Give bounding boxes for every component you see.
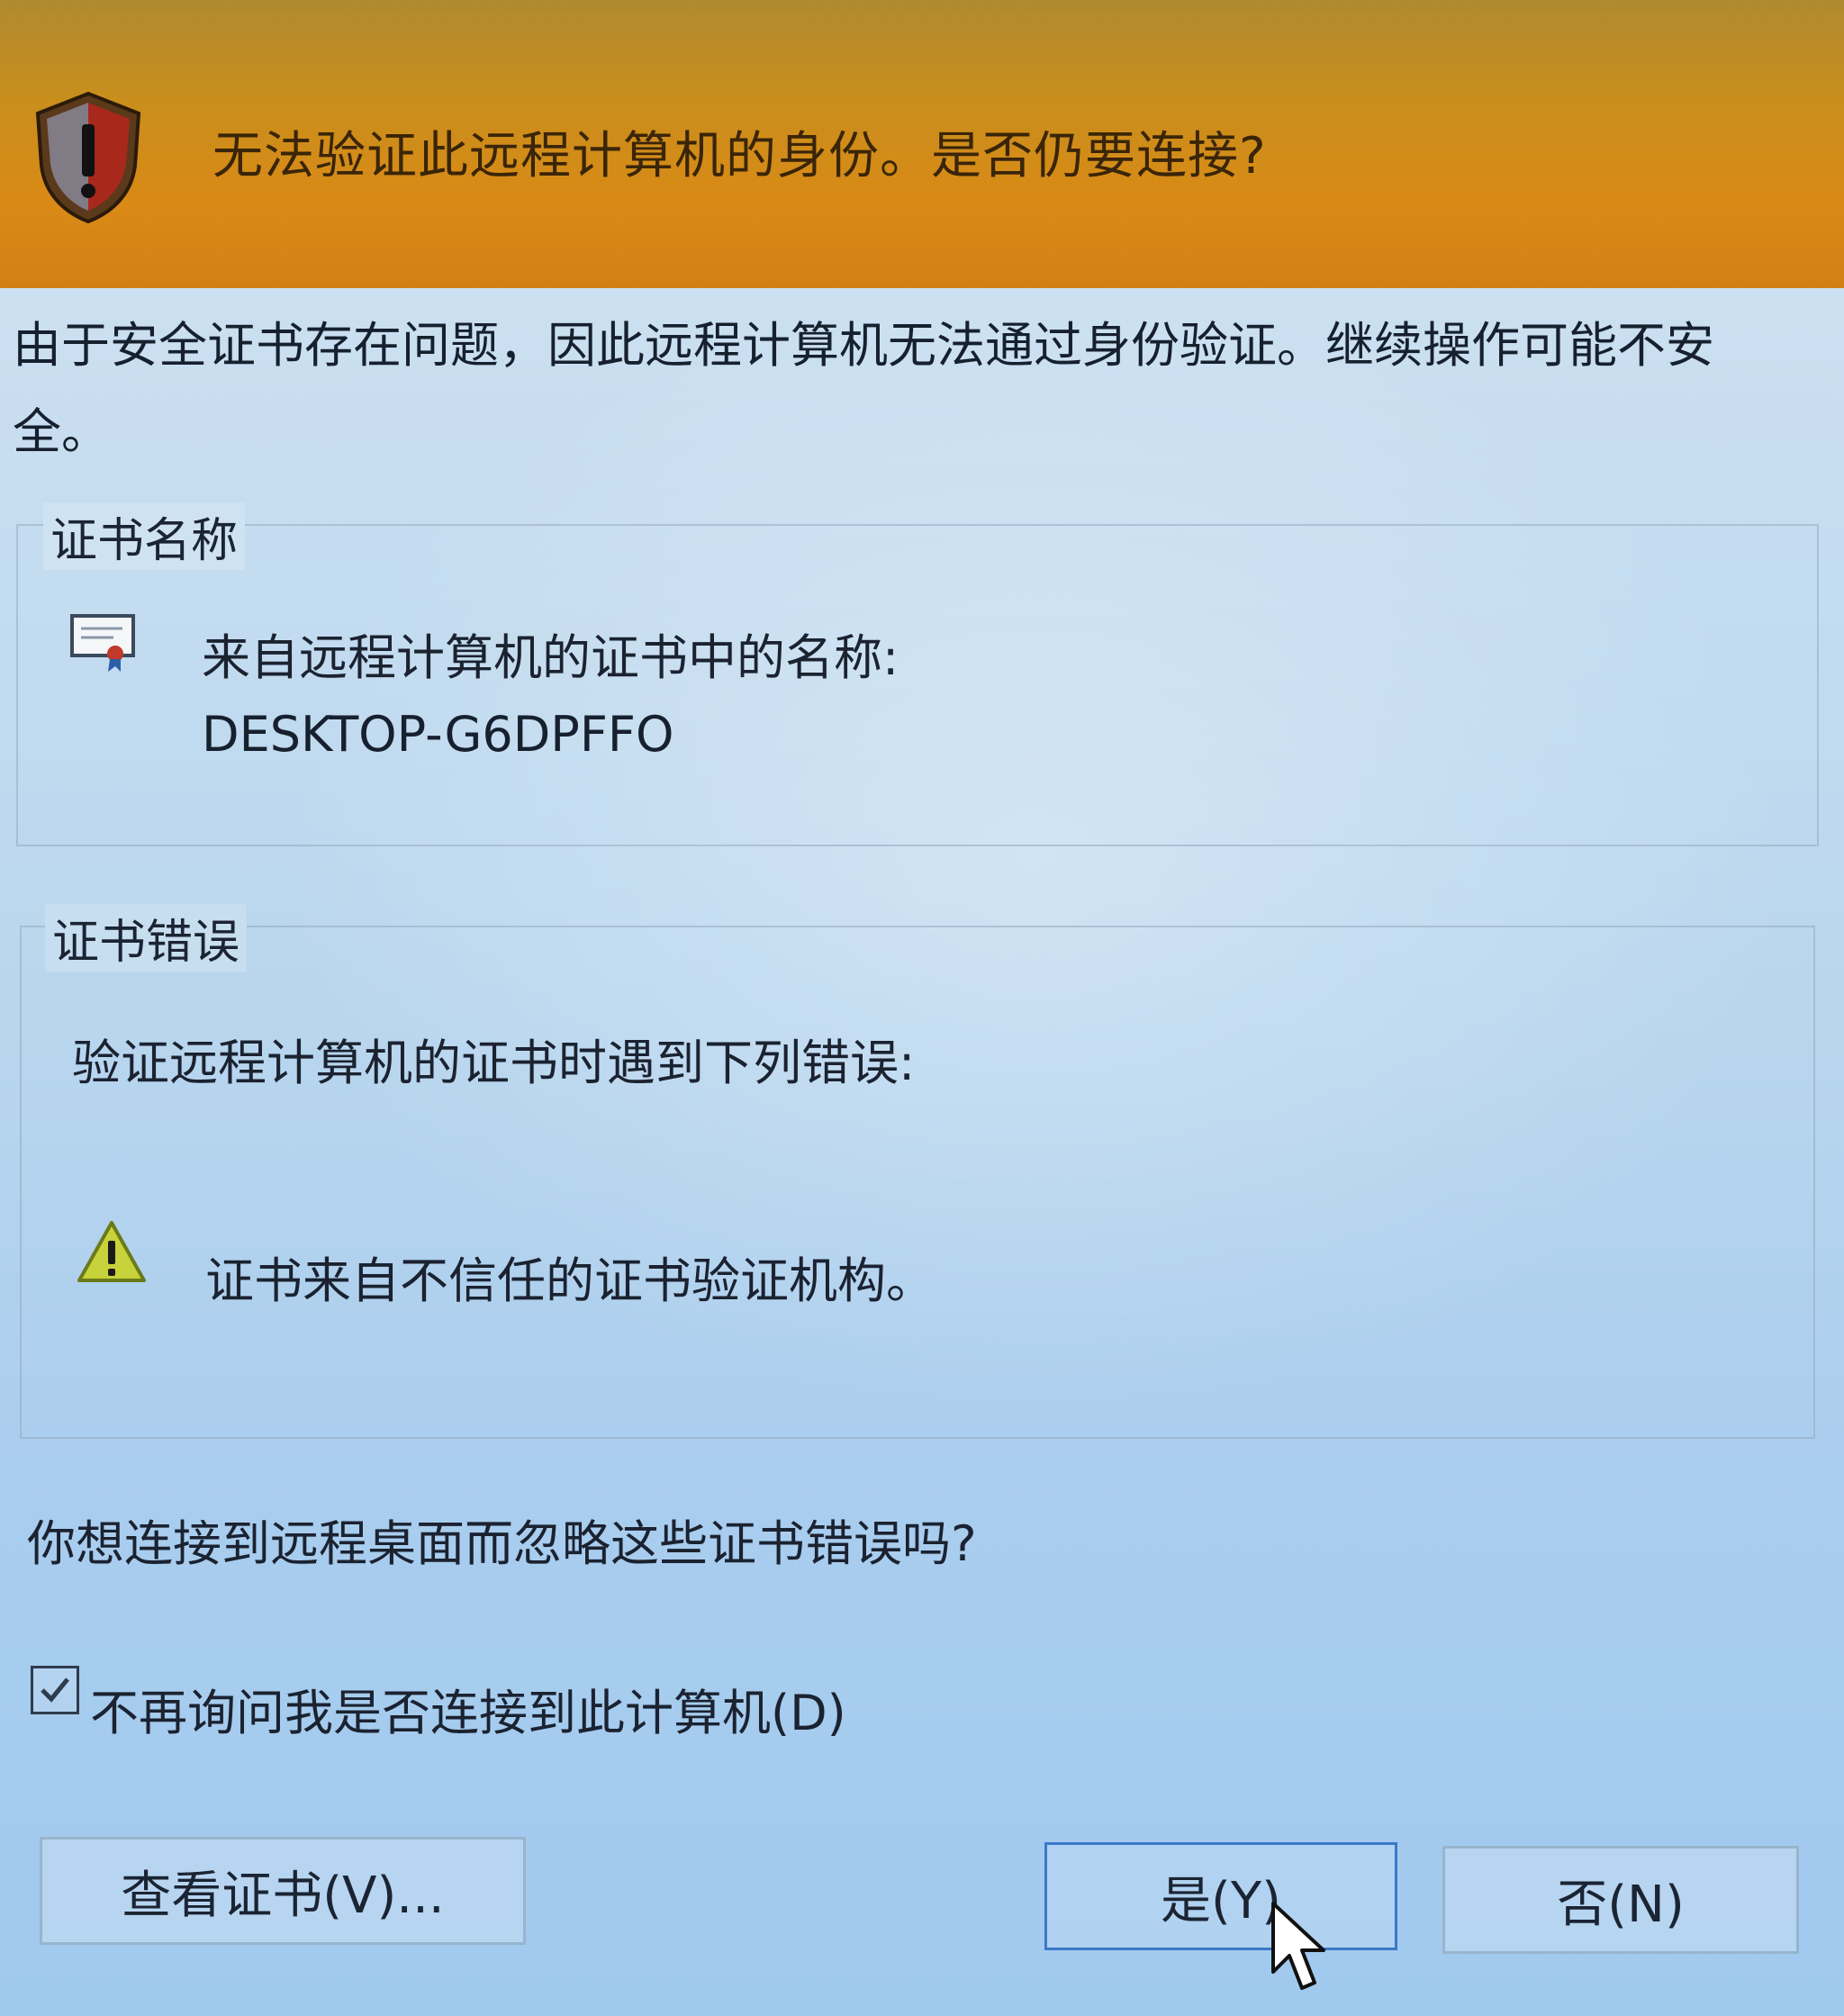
certificate-name-value: DESKTOP-G6DPFFO [202,706,674,763]
intro-text: 由于安全证书存在问题，因此远程计算机无法通过身份验证。继续操作可能不安全。 [13,317,1714,460]
dont-ask-again-checkbox[interactable] [31,1666,79,1714]
warning-icon [77,1221,146,1282]
shield-warning-icon [35,91,141,223]
checkmark-icon [41,1677,69,1703]
no-button[interactable]: 否(N) [1442,1846,1799,1954]
certificate-errors-group-title: 证书错误 [45,904,248,972]
yes-button[interactable]: 是(Y) [1044,1842,1397,1950]
certificate-name-label: 来自远程计算机的证书中的名称: [202,629,899,686]
certificate-errors-intro: 验证远程计算机的证书时遇到下列错误: [72,1035,916,1091]
view-certificate-button[interactable]: 查看证书(V)... [40,1837,526,1945]
ignore-errors-question: 你想连接到远程桌面而忽略这些证书错误吗? [27,1515,977,1572]
certificate-errors-group [20,926,1815,1439]
dialog-title: 无法验证此远程计算机的身份。是否仍要连接? [212,127,1267,185]
header-band: 无法验证此远程计算机的身份。是否仍要连接? [0,0,1844,288]
mouse-cursor-icon [1271,1902,1325,1990]
dont-ask-again-label[interactable]: 不再询问我是否连接到此计算机(D) [90,1673,846,1744]
certificate-name-group-title: 证书名称 [43,502,246,570]
certificate-icon [70,614,135,672]
certificate-error-item: 证书来自不信任的证书验证机构。 [205,1252,935,1309]
